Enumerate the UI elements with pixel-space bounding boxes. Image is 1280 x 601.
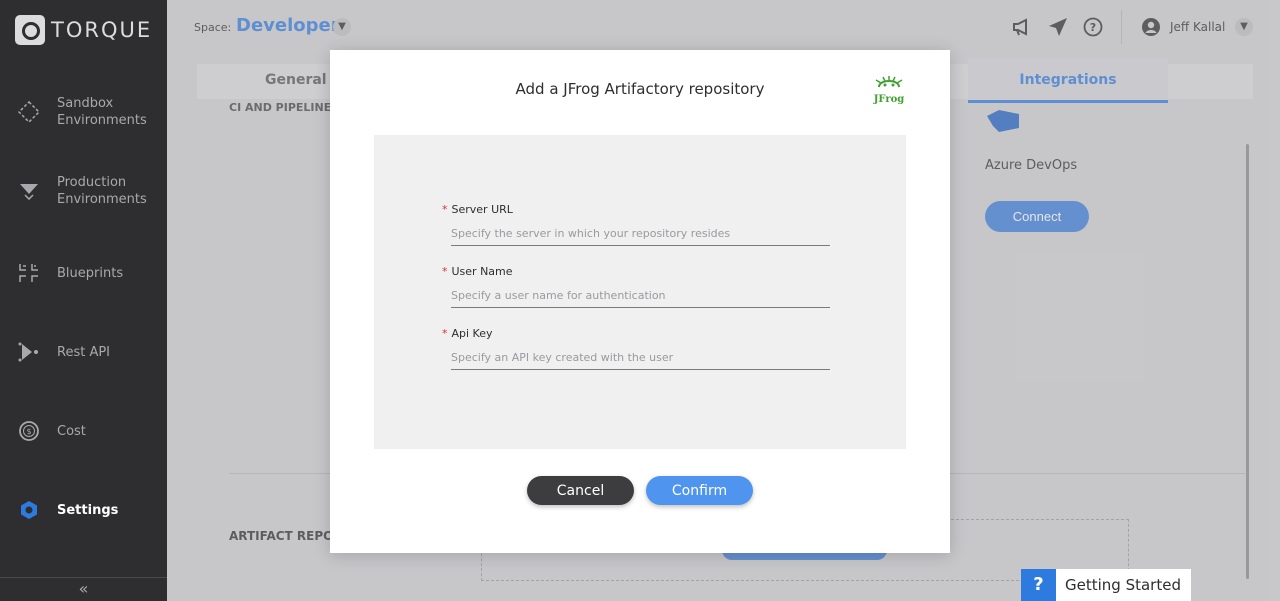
repository-form: *Server URL *User Name *Api Key xyxy=(374,135,906,449)
api-key-label: * Api Key xyxy=(442,327,830,340)
rest-api-icon xyxy=(17,340,41,364)
server-url-label: * Server URL xyxy=(442,203,830,216)
user-name-label: * User Name xyxy=(442,265,830,278)
sidebar-item-label: Rest API xyxy=(57,344,111,360)
api-key-field: * Api Key xyxy=(442,327,830,370)
dialog-title: Add a JFrog Artifactory repository xyxy=(515,80,765,98)
sidebar-item-blueprints[interactable]: Blueprints xyxy=(0,261,167,285)
sidebar-item-label: Cost xyxy=(57,423,86,439)
torque-logo-icon xyxy=(15,15,45,45)
torque-logo[interactable]: TORQUE xyxy=(15,15,152,45)
jfrog-logo-text: JFrog xyxy=(873,94,905,105)
required-mark: * xyxy=(442,327,448,340)
torque-logo-text: TORQUE xyxy=(51,18,153,42)
sidebar-item-label: Settings xyxy=(57,502,119,518)
production-icon xyxy=(17,179,41,203)
required-mark: * xyxy=(442,265,448,278)
getting-started-button[interactable]: ? Getting Started xyxy=(1021,569,1191,601)
svg-text:$: $ xyxy=(26,427,31,436)
user-name-label-text: User Name xyxy=(451,265,513,278)
required-mark: * xyxy=(442,203,448,216)
api-key-input[interactable] xyxy=(451,346,830,370)
confirm-button[interactable]: Confirm xyxy=(646,476,753,505)
sidebar-item-label: Production Environments xyxy=(57,175,147,207)
server-url-input[interactable] xyxy=(451,222,830,246)
jfrog-logo-icon: JFrog xyxy=(873,75,905,107)
sidebar-item-label: Sandbox Environments xyxy=(57,96,147,128)
sidebar-item-cost[interactable]: $ Cost xyxy=(0,419,167,443)
cancel-button[interactable]: Cancel xyxy=(527,476,634,505)
sidebar-collapse-button[interactable]: « xyxy=(0,577,167,601)
settings-icon xyxy=(17,498,41,522)
server-url-field: * Server URL xyxy=(442,203,830,246)
blueprints-icon xyxy=(17,261,41,285)
sidebar-item-rest-api[interactable]: Rest API xyxy=(0,340,167,364)
sidebar-item-sandbox-environments[interactable]: Sandbox Environments xyxy=(0,95,167,129)
sidebar: TORQUE Sandbox Environments Production E… xyxy=(0,0,167,601)
getting-started-label: Getting Started xyxy=(1065,576,1181,594)
user-name-field: * User Name xyxy=(442,265,830,308)
sidebar-item-label: Blueprints xyxy=(57,265,124,281)
question-icon: ? xyxy=(1021,569,1056,601)
sandbox-icon xyxy=(17,100,41,124)
add-jfrog-repository-dialog: Add a JFrog Artifactory repository JFrog… xyxy=(330,50,950,553)
api-key-label-text: Api Key xyxy=(451,327,493,340)
cost-icon: $ xyxy=(17,419,41,443)
user-name-input[interactable] xyxy=(451,284,830,308)
sidebar-item-production-environments[interactable]: Production Environments xyxy=(0,174,167,208)
sidebar-item-settings[interactable]: Settings xyxy=(0,498,167,522)
server-url-label-text: Server URL xyxy=(451,203,513,216)
